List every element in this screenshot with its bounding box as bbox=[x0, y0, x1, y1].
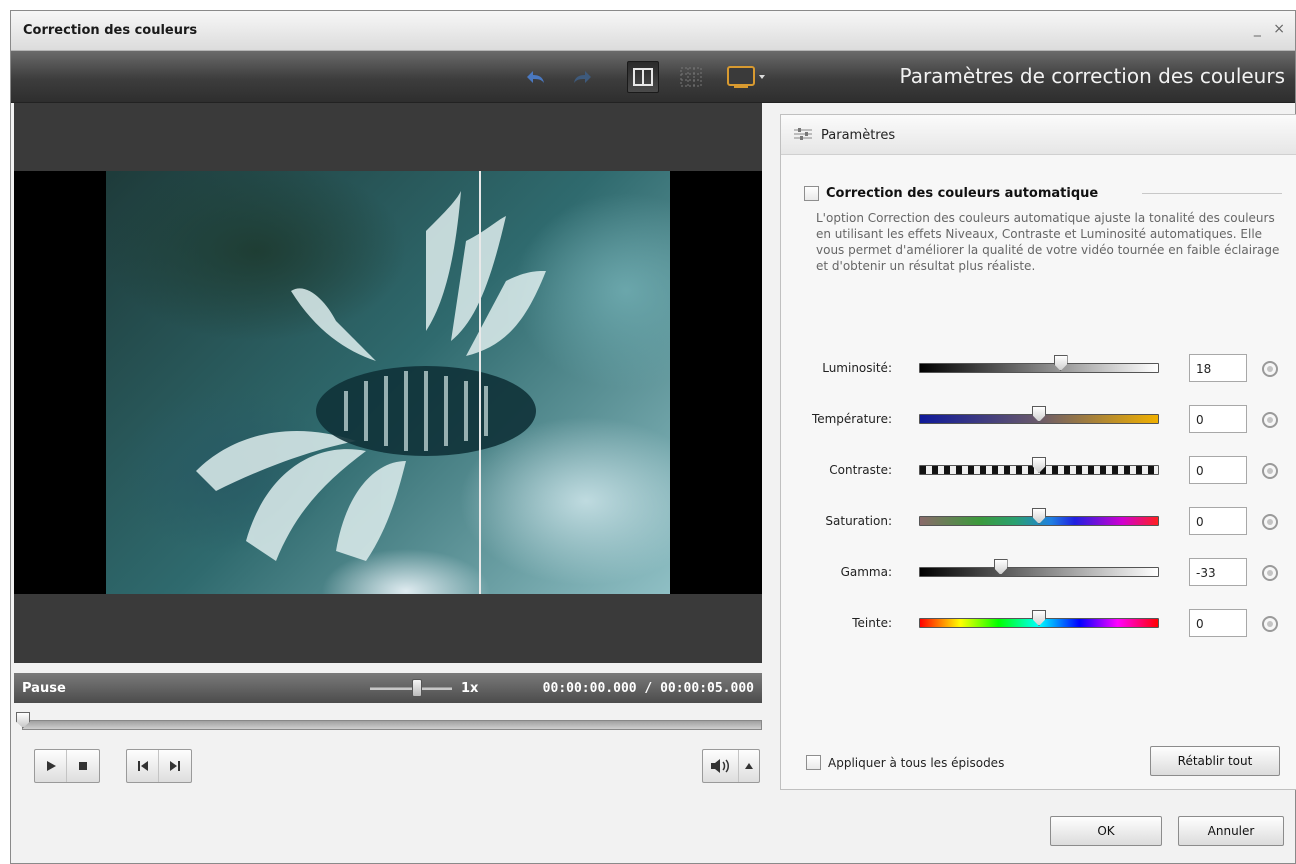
auto-correction-description: L'option Correction des couleurs automat… bbox=[816, 211, 1280, 273]
preview-monitor-button[interactable] bbox=[721, 61, 771, 93]
undo-button[interactable] bbox=[519, 61, 551, 93]
panel-title: Paramètres bbox=[821, 128, 896, 143]
speaker-icon bbox=[710, 759, 729, 773]
settings-sliders-icon bbox=[794, 128, 812, 140]
split-view-icon bbox=[633, 68, 653, 86]
toolbar: Paramètres de correction des couleurs bbox=[11, 51, 1295, 103]
redo-icon bbox=[574, 71, 591, 83]
slider-label: Température: bbox=[811, 412, 892, 426]
value-input[interactable]: -33 bbox=[1189, 558, 1247, 586]
reset-icon[interactable] bbox=[1262, 463, 1278, 479]
slider-label: Luminosité: bbox=[822, 361, 892, 375]
timeline-slider[interactable] bbox=[16, 712, 762, 732]
play-icon bbox=[46, 761, 56, 771]
player-status-bar: Pause 1x 00:00:00.000 / 00:00:05.000 bbox=[14, 673, 762, 703]
time-display: 00:00:00.000 / 00:00:05.000 bbox=[542, 681, 754, 696]
stop-button[interactable] bbox=[67, 750, 99, 782]
reset-icon[interactable] bbox=[1262, 565, 1278, 581]
slider-label: Saturation: bbox=[825, 514, 892, 528]
redo-button[interactable] bbox=[567, 61, 599, 93]
preview-monitor-icon bbox=[727, 66, 765, 88]
speed-slider-thumb[interactable] bbox=[412, 679, 422, 697]
window-controls[interactable]: _ × bbox=[1254, 21, 1289, 37]
reset-icon[interactable] bbox=[1262, 616, 1278, 632]
next-frame-button[interactable] bbox=[159, 750, 191, 782]
reset-icon[interactable] bbox=[1262, 361, 1278, 377]
video-frame bbox=[14, 171, 762, 594]
slider-track[interactable] bbox=[919, 567, 1159, 577]
volume-menu-button[interactable] bbox=[739, 750, 759, 782]
apply-all-checkbox[interactable] bbox=[806, 755, 821, 770]
cancel-button[interactable]: Annuler bbox=[1178, 816, 1284, 846]
speed-slider-track[interactable] bbox=[370, 687, 452, 690]
speed-label: 1x bbox=[461, 681, 479, 696]
grid-view-icon bbox=[680, 67, 702, 87]
play-button[interactable] bbox=[35, 750, 67, 782]
slider-track[interactable] bbox=[919, 363, 1159, 373]
grid-view-button[interactable] bbox=[675, 61, 707, 93]
panel-header: Paramètres bbox=[781, 115, 1296, 155]
window-title: Correction des couleurs bbox=[23, 23, 198, 38]
previous-icon bbox=[137, 761, 148, 771]
video-preview bbox=[14, 103, 762, 663]
next-icon bbox=[170, 761, 180, 771]
slider-label: Gamma: bbox=[840, 565, 892, 579]
value-input[interactable]: 0 bbox=[1189, 456, 1247, 484]
timeline-track[interactable] bbox=[22, 720, 762, 730]
panel-heading: Paramètres de correction des couleurs bbox=[899, 64, 1285, 88]
ok-button[interactable]: OK bbox=[1050, 816, 1162, 846]
caret-up-icon bbox=[745, 763, 753, 769]
auto-correction-checkbox[interactable] bbox=[804, 186, 819, 201]
reset-icon[interactable] bbox=[1262, 514, 1278, 530]
apply-all-label: Appliquer à tous les épisodes bbox=[828, 756, 1005, 770]
reset-all-button[interactable]: Rétablir tout bbox=[1150, 746, 1280, 776]
undo-icon bbox=[527, 71, 544, 83]
stop-icon bbox=[79, 762, 87, 770]
value-input[interactable]: 0 bbox=[1189, 609, 1247, 637]
video-image bbox=[106, 171, 670, 594]
volume-button[interactable] bbox=[703, 750, 739, 782]
slider-label: Contraste: bbox=[829, 463, 892, 477]
previous-frame-button[interactable] bbox=[127, 750, 159, 782]
auto-correction-label: Correction des couleurs automatique bbox=[826, 186, 1099, 201]
slider-label: Teinte: bbox=[852, 616, 892, 630]
split-divider[interactable] bbox=[479, 171, 481, 594]
reset-icon[interactable] bbox=[1262, 412, 1278, 428]
split-view-button[interactable] bbox=[627, 61, 659, 93]
value-input[interactable]: 0 bbox=[1189, 405, 1247, 433]
playback-status: Pause bbox=[22, 681, 66, 696]
play-stop-group bbox=[34, 749, 100, 783]
prev-next-group bbox=[126, 749, 192, 783]
volume-control bbox=[702, 749, 760, 783]
title-bar: Correction des couleurs _ × bbox=[11, 11, 1295, 51]
auto-correction-divider bbox=[1142, 193, 1282, 194]
value-input[interactable]: 18 bbox=[1189, 354, 1247, 382]
value-input[interactable]: 0 bbox=[1189, 507, 1247, 535]
lionfish-image bbox=[196, 191, 546, 561]
